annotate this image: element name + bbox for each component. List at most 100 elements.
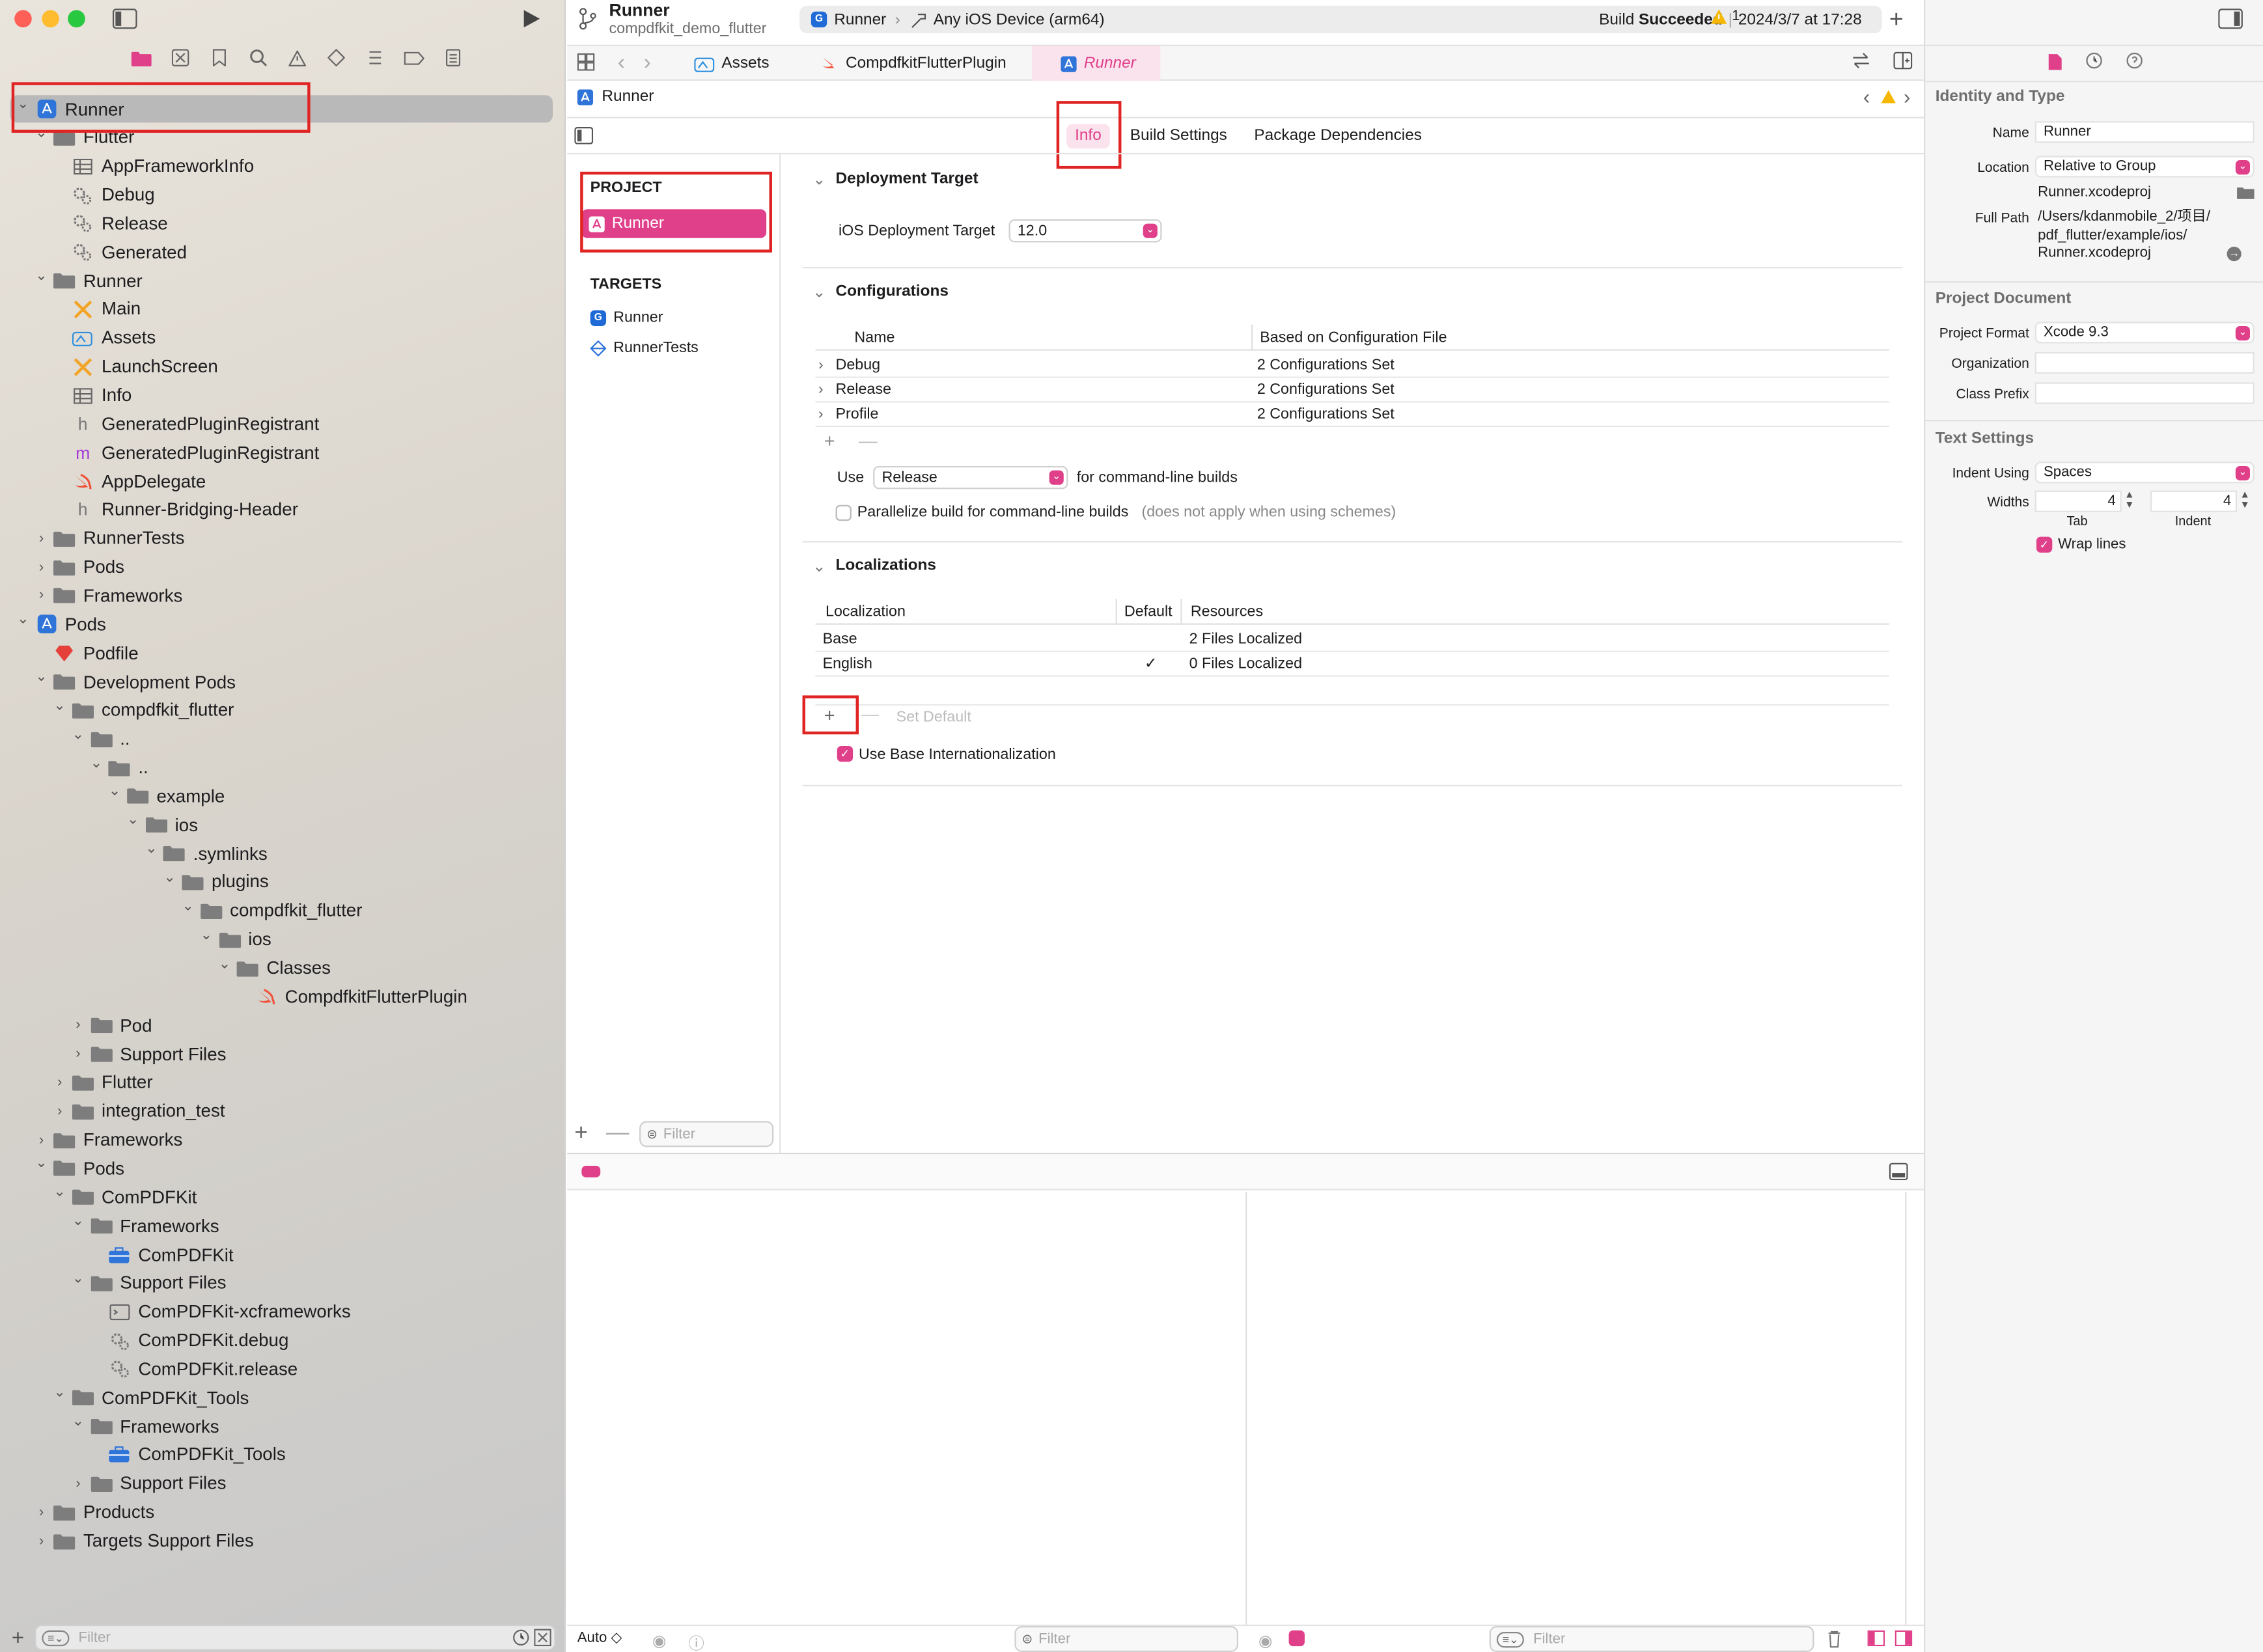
chevron-right-icon[interactable]: ›: [70, 1046, 87, 1062]
help-inspector-icon[interactable]: [2126, 52, 2143, 70]
tree-row[interactable]: AppDelegate: [51, 467, 206, 495]
tree-row[interactable]: CompdfkitFlutterPlugin: [234, 983, 467, 1010]
tree-row[interactable]: › Frameworks: [33, 582, 182, 609]
chevron-down-icon[interactable]: ⌄: [70, 1271, 87, 1286]
tree-row[interactable]: Assets: [51, 324, 156, 351]
project-item-runner[interactable]: Runner: [581, 209, 767, 238]
tree-row[interactable]: Release: [51, 210, 168, 237]
tree-row[interactable]: ⌄..: [88, 754, 148, 781]
project-format-select[interactable]: Xcode 9.3 ⌄: [2034, 322, 2255, 344]
search-icon[interactable]: [248, 48, 268, 68]
tree-row[interactable]: › integration_test: [51, 1097, 225, 1125]
chevron-down-icon[interactable]: ⌄: [180, 898, 197, 914]
tree-row[interactable]: h Runner-Bridging-Header: [51, 496, 298, 523]
chevron-down-icon[interactable]: ⌄: [51, 1185, 68, 1200]
chevron-down-icon[interactable]: ⌄: [33, 268, 50, 284]
toggle-inspector-icon[interactable]: [2218, 8, 2243, 29]
source-control-icon[interactable]: [171, 48, 191, 68]
chevron-down-icon[interactable]: ⌄: [51, 698, 68, 713]
variables-filter-field[interactable]: ⊜ Filter: [1014, 1626, 1239, 1652]
tree-row[interactable]: ⌄ compdfkit_flutter: [51, 696, 234, 724]
tree-row[interactable]: › RunnerTests: [33, 525, 185, 552]
history-inspector-icon[interactable]: [2085, 52, 2103, 70]
tree-row[interactable]: › Frameworks: [33, 1126, 182, 1153]
scm-filter-icon[interactable]: [534, 1629, 551, 1647]
tree-row[interactable]: ComPDFKit-xcframeworks: [88, 1298, 351, 1325]
test-icon[interactable]: [326, 48, 346, 68]
add-localization-icon[interactable]: +: [824, 704, 835, 726]
table-row[interactable]: › Debug 2 Configurations Set: [815, 353, 1889, 378]
tree-row[interactable]: ⌄ Support Files: [70, 1269, 227, 1297]
name-field[interactable]: Runner: [2034, 121, 2255, 143]
tree-row[interactable]: ⌄ Frameworks: [70, 1412, 219, 1440]
grid-icon[interactable]: [577, 53, 595, 71]
organization-field[interactable]: [2034, 351, 2255, 374]
run-button[interactable]: [521, 8, 541, 29]
toggle-navigator-icon[interactable]: [112, 8, 137, 29]
tree-row[interactable]: ComPDFKit_Tools: [88, 1441, 286, 1468]
tree-row[interactable]: ⌄..: [70, 725, 130, 752]
tree-row[interactable]: ⌄ Frameworks: [70, 1212, 219, 1239]
quick-look-icon[interactable]: ◉: [652, 1632, 666, 1651]
tree-row[interactable]: ⌄ compdfkit_flutter: [180, 897, 363, 924]
chevron-down-icon[interactable]: ⌄: [14, 97, 32, 113]
chevron-down-icon[interactable]: ⌄: [70, 1414, 87, 1429]
chevron-down-icon[interactable]: ⌄: [33, 1156, 50, 1172]
tree-row[interactable]: ⌄ plugins: [161, 868, 268, 896]
filter-options-icon[interactable]: ≡⌄: [42, 1629, 70, 1646]
chevron-right-icon[interactable]: ›: [818, 357, 824, 374]
add-configuration-icon[interactable]: +: [824, 430, 835, 452]
location-select[interactable]: Relative to Group ⌄: [2034, 156, 2255, 178]
tree-row[interactable]: ⌄ Pods: [14, 611, 106, 638]
forward-icon[interactable]: ›: [644, 51, 651, 76]
tab-width-field[interactable]: 4: [2034, 490, 2122, 512]
chevron-down-icon[interactable]: ⌄: [812, 171, 826, 189]
chevron-down-icon[interactable]: ⌄: [88, 755, 105, 771]
tree-row[interactable]: ⌄ example: [106, 782, 225, 810]
destination-selector[interactable]: Any iOS Device (arm64): [934, 11, 1105, 29]
tab-package-dependencies[interactable]: Package Dependencies: [1254, 127, 1422, 145]
tree-row[interactable]: ⌄ Runner: [33, 267, 142, 294]
tree-row[interactable]: ComPDFKit.release: [88, 1355, 298, 1383]
tree-row[interactable]: ⌄ Classes: [216, 954, 331, 982]
tree-row[interactable]: ⌄ ios: [124, 811, 198, 838]
set-default-button[interactable]: Set Default: [896, 708, 971, 726]
tree-row[interactable]: h GeneratedPluginRegistrant: [51, 410, 320, 437]
tree-row[interactable]: Debug: [51, 181, 155, 208]
chevron-down-icon[interactable]: ⌄: [124, 812, 142, 828]
tab-build-settings[interactable]: Build Settings: [1130, 127, 1227, 145]
warnings-indicator[interactable]: 1: [1710, 8, 1740, 25]
variables-scope-select[interactable]: Auto ◇: [577, 1631, 622, 1646]
reveal-in-finder-icon[interactable]: →: [2227, 247, 2242, 262]
wrap-lines-checkbox[interactable]: ✓: [2036, 536, 2053, 553]
add-target-icon[interactable]: +: [574, 1121, 588, 1147]
navigator-filter-field[interactable]: ≡⌄ Filter: [35, 1624, 556, 1651]
tree-row[interactable]: › Targets Support Files: [33, 1527, 254, 1554]
scheme-selector[interactable]: Runner: [834, 11, 886, 29]
chevron-right-icon[interactable]: ›: [818, 381, 824, 398]
breakpoint-icon[interactable]: [404, 48, 424, 68]
debug-toggle-icon[interactable]: [581, 1166, 601, 1177]
tab-runner[interactable]: Runner: [1032, 46, 1161, 81]
tree-row[interactable]: LaunchScreen: [51, 353, 218, 380]
chevron-right-icon[interactable]: ›: [818, 406, 824, 423]
back-icon[interactable]: ‹: [618, 51, 625, 76]
chevron-down-icon[interactable]: ⌄: [106, 784, 124, 799]
recent-files-icon[interactable]: [512, 1629, 530, 1647]
chevron-right-icon[interactable]: ›: [70, 1476, 87, 1491]
tree-row[interactable]: ⌄ Pods: [33, 1155, 124, 1182]
file-inspector-icon[interactable]: [2048, 53, 2062, 71]
toggle-project-list-icon[interactable]: [574, 127, 594, 145]
remove-localization-icon[interactable]: —: [861, 704, 879, 724]
target-runner[interactable]: G Runner: [590, 309, 663, 326]
indent-width-stepper[interactable]: ▲ ▼: [2240, 491, 2249, 511]
tree-row[interactable]: ⌄ Runner: [14, 95, 124, 122]
console-eye-icon[interactable]: ◉: [1258, 1632, 1272, 1651]
chevron-down-icon[interactable]: ⌄: [70, 726, 87, 742]
table-row[interactable]: English ✓ 0 Files Localized: [815, 652, 1889, 677]
hide-debug-area-icon[interactable]: [1889, 1163, 1908, 1181]
chevron-right-icon[interactable]: ›: [51, 1103, 68, 1119]
minimize-window-button[interactable]: [42, 10, 59, 28]
console-filter-field[interactable]: ≡⌄ Filter: [1489, 1626, 1814, 1652]
tree-row[interactable]: Podfile: [33, 639, 139, 667]
